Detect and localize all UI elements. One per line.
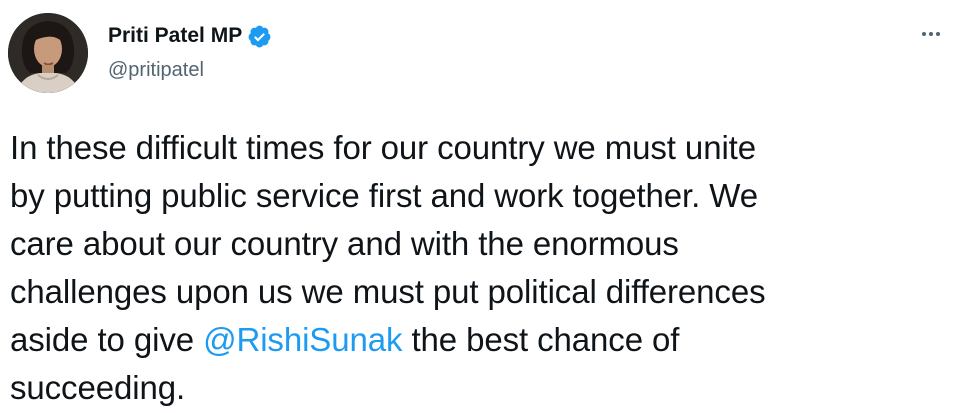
tweet-card: Priti Patel MP @pritipatel In these diff… [0, 0, 962, 413]
avatar-image [8, 13, 88, 93]
tweet-line: In these difficult times for our country… [10, 129, 756, 166]
tweet-text-segment: aside to give [10, 321, 204, 358]
mention-link[interactable]: @RishiSunak [203, 321, 402, 358]
tweet-text: In these difficult times for our country… [10, 124, 955, 412]
more-icon-dot [936, 32, 940, 36]
user-handle[interactable]: @pritipatel [108, 56, 272, 84]
tweet-text-segment: the best chance of [402, 321, 680, 358]
more-options-button[interactable] [916, 22, 946, 46]
tweet-line: succeeding. [10, 369, 186, 406]
tweet-line: aside to give @RishiSunak the best chanc… [10, 316, 955, 364]
tweet-line: by putting public service first and work… [10, 177, 758, 214]
tweet-line: challenges upon us we must put political… [10, 273, 766, 310]
display-name[interactable]: Priti Patel MP [108, 22, 242, 50]
tweet-header: Priti Patel MP @pritipatel [108, 22, 272, 84]
name-row: Priti Patel MP [108, 22, 272, 50]
more-icon [922, 32, 926, 36]
avatar[interactable] [8, 13, 88, 93]
more-icon-dot [929, 32, 933, 36]
tweet-line: care about our country and with the enor… [10, 225, 679, 262]
verified-badge-icon [247, 24, 272, 49]
